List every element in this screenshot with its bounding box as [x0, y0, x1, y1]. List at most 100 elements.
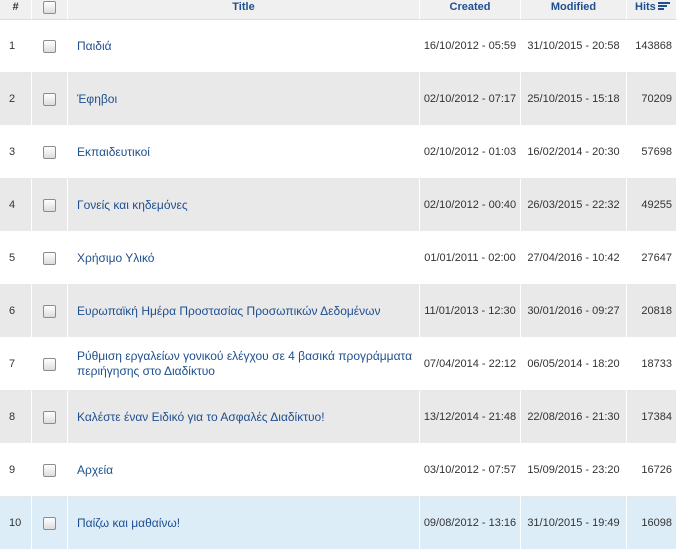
row-checkbox[interactable]	[43, 92, 56, 106]
row-checkbox[interactable]	[43, 145, 56, 159]
table-row: 9 Αρχεία 03/10/2012 - 07:57 15/09/2015 -…	[0, 444, 677, 497]
header-hits[interactable]: Hits	[627, 0, 677, 20]
row-title-cell: Αρχεία	[68, 444, 420, 497]
row-hits: 16726	[627, 444, 677, 497]
row-modified: 30/01/2016 - 09:27	[521, 285, 627, 338]
row-checkbox[interactable]	[43, 251, 56, 265]
table-row: 7 Ρύθμιση εργαλείων γονικού ελέγχου σε 4…	[0, 338, 677, 391]
header-title[interactable]: Title	[68, 0, 420, 20]
row-created: 11/01/2013 - 12:30	[420, 285, 521, 338]
select-all-checkbox[interactable]	[43, 1, 56, 15]
header-num: #	[0, 0, 32, 20]
row-title-cell: Παιδιά	[68, 20, 420, 73]
row-created: 01/01/2011 - 02:00	[420, 232, 521, 285]
row-title-link[interactable]: Παίζω και μαθαίνω!	[77, 516, 415, 531]
row-number: 7	[0, 338, 32, 391]
row-select	[32, 497, 68, 550]
row-checkbox[interactable]	[43, 463, 56, 477]
row-modified: 31/10/2015 - 20:58	[521, 20, 627, 73]
row-modified: 16/02/2014 - 20:30	[521, 126, 627, 179]
row-checkbox[interactable]	[43, 198, 56, 212]
table-row: 4 Γονείς και κηδεμόνες 02/10/2012 - 00:4…	[0, 179, 677, 232]
row-select	[32, 126, 68, 179]
table-header: # Title Created Modified Hits	[0, 0, 677, 20]
row-checkbox[interactable]	[43, 304, 56, 318]
row-number: 8	[0, 391, 32, 444]
row-select	[32, 73, 68, 126]
header-select-all	[32, 0, 68, 20]
row-modified: 25/10/2015 - 15:18	[521, 73, 627, 126]
sort-descending-icon	[657, 2, 670, 11]
row-hits: 18733	[627, 338, 677, 391]
header-created[interactable]: Created	[420, 0, 521, 20]
row-number: 3	[0, 126, 32, 179]
row-hits: 70209	[627, 73, 677, 126]
row-number: 6	[0, 285, 32, 338]
row-number: 5	[0, 232, 32, 285]
row-title-link[interactable]: Εκπαιδευτικοί	[77, 145, 415, 160]
table-row: 6 Ευρωπαϊκή Ημέρα Προστασίας Προσωπικών …	[0, 285, 677, 338]
row-title-link[interactable]: Ευρωπαϊκή Ημέρα Προστασίας Προσωπικών Δε…	[77, 304, 415, 319]
header-modified[interactable]: Modified	[521, 0, 627, 20]
row-number: 2	[0, 73, 32, 126]
row-title-cell: Έφηβοι	[68, 73, 420, 126]
row-select	[32, 20, 68, 73]
header-hits-label: Hits	[635, 1, 656, 13]
table-row: 8 Καλέστε έναν Ειδικό για το Ασφαλές Δια…	[0, 391, 677, 444]
header-row: # Title Created Modified Hits	[0, 0, 677, 20]
row-number: 1	[0, 20, 32, 73]
row-created: 02/10/2012 - 00:40	[420, 179, 521, 232]
row-number: 10	[0, 497, 32, 550]
row-created: 16/10/2012 - 05:59	[420, 20, 521, 73]
row-number: 9	[0, 444, 32, 497]
row-title-link[interactable]: Έφηβοι	[77, 92, 415, 107]
row-title-link[interactable]: Ρύθμιση εργαλείων γονικού ελέγχου σε 4 β…	[77, 349, 415, 379]
row-modified: 26/03/2015 - 22:32	[521, 179, 627, 232]
row-modified: 06/05/2014 - 18:20	[521, 338, 627, 391]
row-title-cell: Γονείς και κηδεμόνες	[68, 179, 420, 232]
table-row: 5 Χρήσιμο Υλικό 01/01/2011 - 02:00 27/04…	[0, 232, 677, 285]
row-select	[32, 338, 68, 391]
row-checkbox[interactable]	[43, 410, 56, 424]
row-title-cell: Ρύθμιση εργαλείων γονικού ελέγχου σε 4 β…	[68, 338, 420, 391]
row-hits: 27647	[627, 232, 677, 285]
row-title-link[interactable]: Καλέστε έναν Ειδικό για το Ασφαλές Διαδί…	[77, 410, 415, 425]
row-created: 02/10/2012 - 07:17	[420, 73, 521, 126]
articles-table: # Title Created Modified Hits 1 Παιδιά 1…	[0, 0, 677, 550]
row-hits: 143868	[627, 20, 677, 73]
row-hits: 20818	[627, 285, 677, 338]
row-title-cell: Καλέστε έναν Ειδικό για το Ασφαλές Διαδί…	[68, 391, 420, 444]
row-title-link[interactable]: Αρχεία	[77, 463, 415, 478]
row-title-cell: Ευρωπαϊκή Ημέρα Προστασίας Προσωπικών Δε…	[68, 285, 420, 338]
table-row: 3 Εκπαιδευτικοί 02/10/2012 - 01:03 16/02…	[0, 126, 677, 179]
row-modified: 22/08/2016 - 21:30	[521, 391, 627, 444]
row-modified: 27/04/2016 - 10:42	[521, 232, 627, 285]
row-select	[32, 391, 68, 444]
row-checkbox[interactable]	[43, 357, 56, 371]
row-created: 07/04/2014 - 22:12	[420, 338, 521, 391]
row-created: 02/10/2012 - 01:03	[420, 126, 521, 179]
row-title-link[interactable]: Παιδιά	[77, 39, 415, 54]
row-modified: 15/09/2015 - 23:20	[521, 444, 627, 497]
row-select	[32, 179, 68, 232]
row-title-cell: Χρήσιμο Υλικό	[68, 232, 420, 285]
table-body: 1 Παιδιά 16/10/2012 - 05:59 31/10/2015 -…	[0, 20, 677, 550]
row-checkbox[interactable]	[43, 39, 56, 53]
table-row: 10 Παίζω και μαθαίνω! 09/08/2012 - 13:16…	[0, 497, 677, 550]
row-select	[32, 444, 68, 497]
row-title-link[interactable]: Χρήσιμο Υλικό	[77, 251, 415, 266]
table-row: 2 Έφηβοι 02/10/2012 - 07:17 25/10/2015 -…	[0, 73, 677, 126]
table-row: 1 Παιδιά 16/10/2012 - 05:59 31/10/2015 -…	[0, 20, 677, 73]
row-created: 03/10/2012 - 07:57	[420, 444, 521, 497]
row-checkbox[interactable]	[43, 516, 56, 530]
row-hits: 49255	[627, 179, 677, 232]
row-select	[32, 232, 68, 285]
row-title-link[interactable]: Γονείς και κηδεμόνες	[77, 198, 415, 213]
row-hits: 17384	[627, 391, 677, 444]
row-created: 09/08/2012 - 13:16	[420, 497, 521, 550]
row-title-cell: Παίζω και μαθαίνω!	[68, 497, 420, 550]
row-number: 4	[0, 179, 32, 232]
row-select	[32, 285, 68, 338]
row-modified: 31/10/2015 - 19:49	[521, 497, 627, 550]
row-title-cell: Εκπαιδευτικοί	[68, 126, 420, 179]
